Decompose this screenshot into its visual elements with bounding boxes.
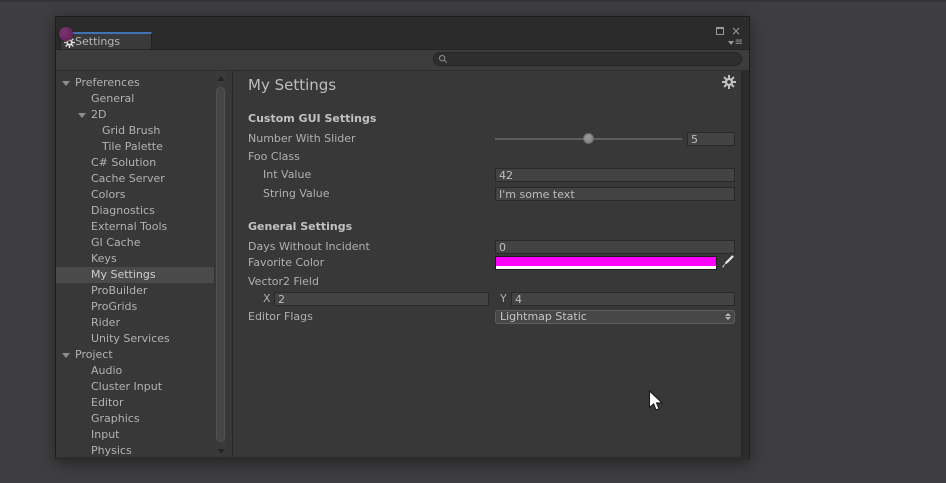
sidebar-item-audio[interactable]: Audio	[56, 363, 214, 379]
vector2-x-label: X	[263, 292, 271, 306]
section-heading-general: General Settings	[248, 220, 352, 233]
sidebar-item-unity-services[interactable]: Unity Services	[56, 331, 214, 347]
sidebar-item-csharp-solution[interactable]: C# Solution	[56, 155, 214, 171]
field-label-number-with-slider: Number With Slider	[248, 132, 356, 146]
dropdown-arrows-icon	[725, 313, 731, 320]
window-titlebar: Settings × ≡	[56, 17, 749, 50]
sidebar-item-progrids[interactable]: ProGrids	[56, 299, 214, 315]
settings-window: Settings × ≡ Preferences General 2D Grid	[55, 16, 750, 460]
vector2-x-field[interactable]	[274, 292, 489, 306]
sidebar-item-external-tools[interactable]: External Tools	[56, 219, 214, 235]
sidebar-item-grid-brush[interactable]: Grid Brush	[56, 123, 214, 139]
collapse-caret-icon[interactable]	[62, 353, 70, 358]
search-input[interactable]	[448, 52, 741, 66]
sidebar-item-editor[interactable]: Editor	[56, 395, 214, 411]
field-label-favorite-color: Favorite Color	[248, 256, 324, 270]
close-icon[interactable]: ×	[731, 26, 741, 36]
vector2-y-field[interactable]	[511, 292, 735, 306]
favorite-color-swatch[interactable]	[495, 256, 717, 270]
sidebar-item-probuilder[interactable]: ProBuilder	[56, 283, 214, 299]
editor-flags-value: Lightmap Static	[500, 310, 587, 323]
window-menu-icon[interactable]: ≡	[728, 37, 743, 48]
search-icon	[438, 54, 448, 64]
vector2-y-label: Y	[500, 292, 507, 306]
sidebar-item-cluster-input[interactable]: Cluster Input	[56, 379, 214, 395]
field-label-foo-class: Foo Class	[248, 150, 300, 164]
sidebar-item-graphics[interactable]: Graphics	[56, 411, 214, 427]
string-value-field[interactable]	[495, 187, 735, 201]
sidebar-item-my-settings[interactable]: My Settings	[56, 267, 214, 283]
sidebar-scrollbar[interactable]	[214, 71, 226, 457]
field-label-days-without-incident: Days Without Incident	[248, 240, 370, 254]
scroll-down-icon[interactable]	[217, 449, 225, 454]
sidebar-item-cache-server[interactable]: Cache Server	[56, 171, 214, 187]
search-toolbar	[56, 50, 749, 71]
days-without-incident-field[interactable]	[495, 240, 735, 254]
window-frame-edge	[741, 71, 749, 457]
sidebar-item-rider[interactable]: Rider	[56, 315, 214, 331]
number-slider-value-field[interactable]	[687, 132, 735, 146]
sidebar-item-physics[interactable]: Physics	[56, 443, 214, 457]
search-box[interactable]	[433, 52, 742, 66]
collapse-caret-icon[interactable]	[62, 81, 70, 86]
maximize-icon[interactable]	[716, 27, 724, 35]
scrollbar-thumb[interactable]	[216, 87, 225, 442]
menu-lines-icon: ≡	[735, 37, 743, 48]
menu-caret-icon	[728, 41, 734, 45]
mouse-cursor	[648, 390, 665, 413]
field-label-int-value: Int Value	[263, 168, 311, 182]
screen: { "window": { "tab_title": "Settings", "…	[0, 0, 946, 483]
sidebar-item-input[interactable]: Input	[56, 427, 214, 443]
scroll-up-icon[interactable]	[217, 76, 225, 81]
settings-tree: Preferences General 2D Grid Brush Tile P…	[56, 71, 214, 457]
field-label-editor-flags: Editor Flags	[248, 310, 313, 324]
sidebar-item-project[interactable]: Project	[56, 347, 214, 363]
sidebar-item-tile-palette[interactable]: Tile Palette	[56, 139, 214, 155]
sidebar-item-gi-cache[interactable]: GI Cache	[56, 235, 214, 251]
sidebar-item-general[interactable]: General	[56, 91, 214, 107]
main-area: Preferences General 2D Grid Brush Tile P…	[56, 71, 749, 457]
gear-icon[interactable]	[722, 75, 736, 89]
sidebar-item-preferences[interactable]: Preferences	[56, 75, 214, 91]
section-heading-custom-gui: Custom GUI Settings	[248, 112, 376, 125]
int-value-field[interactable]	[495, 168, 735, 182]
collapse-caret-icon[interactable]	[78, 113, 86, 118]
color-alpha-bar	[496, 266, 716, 269]
eyedropper-icon[interactable]	[720, 254, 735, 270]
field-label-string-value: String Value	[263, 187, 330, 201]
editor-flags-dropdown[interactable]: Lightmap Static	[495, 310, 735, 324]
sidebar-item-diagnostics[interactable]: Diagnostics	[56, 203, 214, 219]
tab-settings[interactable]: Settings	[60, 32, 152, 49]
sidebar-content-divider	[226, 71, 233, 457]
collab-status-dot-icon	[59, 27, 73, 41]
sidebar-item-keys[interactable]: Keys	[56, 251, 214, 267]
number-slider-thumb[interactable]	[583, 133, 594, 144]
sidebar-item-colors[interactable]: Colors	[56, 187, 214, 203]
page-title: My Settings	[248, 76, 336, 94]
tab-label: Settings	[75, 35, 120, 48]
field-label-vector2: Vector2 Field	[248, 275, 319, 289]
sidebar-item-2d[interactable]: 2D	[56, 107, 214, 123]
